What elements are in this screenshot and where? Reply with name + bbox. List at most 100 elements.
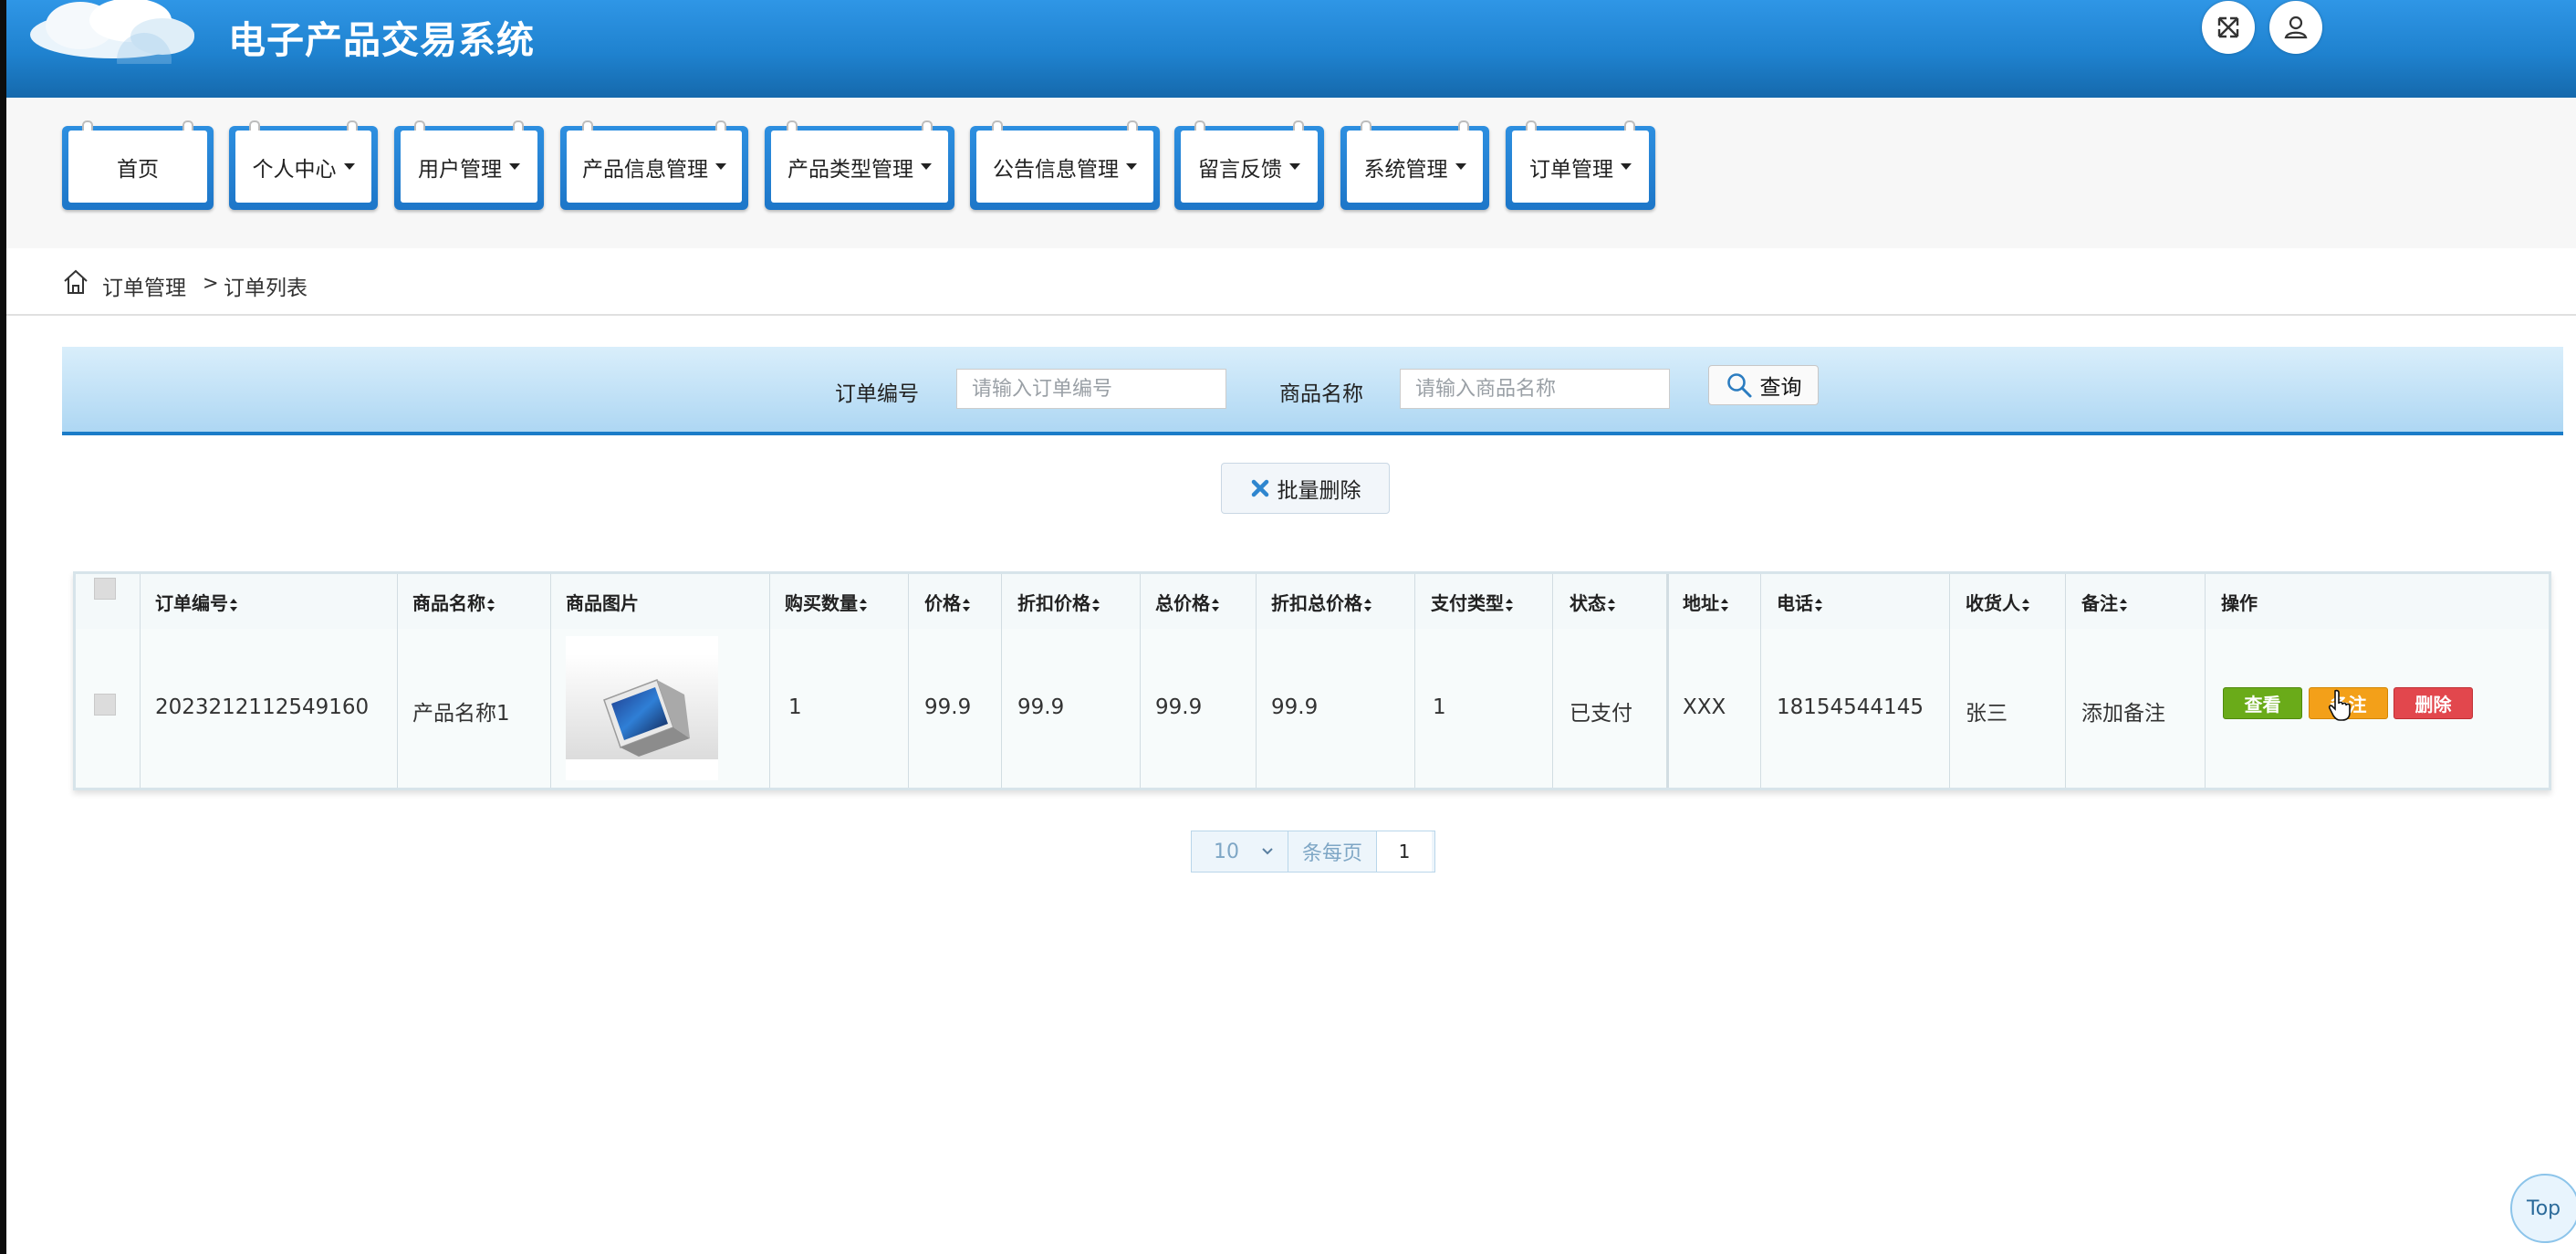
cell-order-no: 2023212112549160 bbox=[155, 695, 370, 719]
hand-cursor-icon bbox=[2328, 689, 2351, 721]
sort-icon bbox=[963, 598, 971, 611]
home-icon[interactable] bbox=[62, 268, 89, 296]
user-profile-button[interactable] bbox=[2269, 1, 2322, 54]
fullscreen-button[interactable] bbox=[2202, 1, 2255, 54]
breadcrumb-separator: > bbox=[203, 272, 219, 294]
nav-item-label: 订单管理 bbox=[1529, 157, 1613, 182]
column-header-product-name[interactable]: 商品名称 bbox=[412, 589, 495, 615]
sort-icon bbox=[1212, 598, 1220, 611]
per-page-label: 条每页 bbox=[1301, 842, 1362, 865]
order-no-input[interactable] bbox=[956, 369, 1226, 409]
cell-discount-price: 99.9 bbox=[1017, 695, 1065, 719]
query-button[interactable]: 查询 bbox=[1708, 365, 1819, 405]
caret-down-icon bbox=[1455, 163, 1466, 170]
nav-item-label: 个人中心 bbox=[252, 157, 337, 182]
product-name-label: 商品名称 bbox=[1279, 382, 1363, 406]
cell-address: XXX bbox=[1683, 695, 1726, 719]
nav-item-feedback[interactable]: 留言反馈 bbox=[1174, 120, 1324, 210]
page-size-value: 10 bbox=[1214, 840, 1239, 863]
sort-icon bbox=[1092, 598, 1100, 611]
app-title: 电子产品交易系统 bbox=[228, 18, 535, 62]
view-button[interactable]: 查看 bbox=[2223, 687, 2302, 719]
user-icon bbox=[2284, 16, 2308, 39]
sort-icon bbox=[1608, 598, 1616, 611]
sort-icon bbox=[487, 598, 495, 611]
nav-item-label: 产品信息管理 bbox=[582, 157, 708, 182]
column-header-quantity[interactable]: 购买数量 bbox=[785, 589, 868, 615]
nav-item-orders[interactable]: 订单管理 bbox=[1506, 120, 1655, 210]
search-icon bbox=[1726, 373, 1751, 398]
column-header-remark[interactable]: 备注 bbox=[2081, 589, 2128, 615]
cell-receiver: 张三 bbox=[1966, 702, 2008, 726]
caret-down-icon bbox=[1289, 163, 1300, 170]
sort-icon bbox=[1721, 598, 1729, 611]
nav-item-label: 留言反馈 bbox=[1198, 157, 1282, 182]
nav-item-label: 产品类型管理 bbox=[787, 157, 913, 182]
expand-icon bbox=[2217, 16, 2239, 38]
sort-icon bbox=[1506, 598, 1514, 611]
nav-item-announcement[interactable]: 公告信息管理 bbox=[970, 120, 1160, 210]
cell-pay-type: 1 bbox=[1433, 695, 1446, 719]
caret-down-icon bbox=[715, 163, 726, 170]
nav-item-label: 公告信息管理 bbox=[993, 157, 1119, 182]
column-header-discount-price[interactable]: 折扣价格 bbox=[1017, 589, 1100, 615]
cell-product-name: 产品名称1 bbox=[412, 702, 510, 726]
cell-phone: 18154544145 bbox=[1777, 695, 1924, 719]
column-header-address[interactable]: 地址 bbox=[1683, 589, 1729, 615]
column-header-receiver[interactable]: 收货人 bbox=[1966, 589, 2030, 615]
caret-down-icon bbox=[921, 163, 932, 170]
breadcrumb-parent[interactable]: 订单管理 bbox=[102, 270, 186, 301]
order-no-label: 订单编号 bbox=[835, 382, 919, 406]
cell-status: 已支付 bbox=[1570, 702, 1632, 726]
product-name-input[interactable] bbox=[1400, 369, 1670, 409]
nav-item-user-management[interactable]: 用户管理 bbox=[394, 120, 544, 210]
caret-down-icon bbox=[1621, 163, 1632, 170]
window-edge bbox=[0, 0, 6, 1254]
sort-icon bbox=[860, 598, 868, 611]
column-header-actions: 操作 bbox=[2221, 592, 2258, 614]
caret-down-icon bbox=[343, 163, 355, 170]
row-checkbox[interactable] bbox=[94, 694, 116, 716]
caret-down-icon bbox=[1126, 163, 1137, 170]
product-image[interactable] bbox=[566, 636, 718, 780]
cell-remark: 添加备注 bbox=[2081, 702, 2165, 726]
nav-item-system[interactable]: 系统管理 bbox=[1340, 120, 1489, 210]
nav-item-home[interactable]: 首页 bbox=[62, 120, 214, 210]
column-header-order-no[interactable]: 订单编号 bbox=[155, 589, 238, 615]
column-header-discount-total[interactable]: 折扣总价格 bbox=[1271, 589, 1372, 615]
cell-total-price: 99.9 bbox=[1155, 695, 1203, 719]
sort-icon bbox=[2022, 598, 2030, 611]
column-header-pay-type[interactable]: 支付类型 bbox=[1431, 589, 1514, 615]
column-header-product-image: 商品图片 bbox=[566, 592, 639, 614]
nav-item-label: 用户管理 bbox=[418, 157, 502, 182]
pagination: 10 条每页 1 bbox=[1191, 831, 1435, 873]
cell-discount-total: 99.9 bbox=[1271, 695, 1319, 719]
breadcrumb bbox=[6, 248, 2576, 316]
close-icon bbox=[1251, 479, 1268, 497]
nav-item-label: 系统管理 bbox=[1363, 157, 1448, 182]
column-header-price[interactable]: 价格 bbox=[924, 589, 971, 615]
batch-delete-button[interactable]: 批量删除 bbox=[1221, 463, 1390, 514]
page-number-button[interactable]: 1 bbox=[1376, 831, 1432, 872]
delete-button[interactable]: 删除 bbox=[2393, 687, 2473, 719]
select-all-checkbox[interactable] bbox=[94, 578, 116, 600]
cell-quantity: 1 bbox=[788, 695, 802, 719]
column-header-total-price[interactable]: 总价格 bbox=[1155, 589, 1220, 615]
nav-item-product-info[interactable]: 产品信息管理 bbox=[560, 120, 748, 210]
nav-item-personal-center[interactable]: 个人中心 bbox=[229, 120, 378, 210]
page-size-select[interactable]: 10 bbox=[1192, 831, 1288, 872]
cell-price: 99.9 bbox=[924, 695, 972, 719]
sort-icon bbox=[1815, 598, 1823, 611]
query-button-label: 查询 bbox=[1759, 376, 1802, 400]
caret-down-icon bbox=[509, 163, 520, 170]
nav-item-product-type[interactable]: 产品类型管理 bbox=[765, 120, 954, 210]
sort-icon bbox=[230, 598, 238, 611]
back-to-top-button[interactable]: Top bbox=[2510, 1174, 2576, 1243]
chevron-down-icon bbox=[1262, 848, 1273, 855]
sort-icon bbox=[1364, 598, 1372, 611]
column-header-status[interactable]: 状态 bbox=[1570, 589, 1616, 615]
batch-delete-label: 批量删除 bbox=[1277, 479, 1361, 503]
sort-icon bbox=[2120, 598, 2128, 611]
column-header-phone[interactable]: 电话 bbox=[1777, 589, 1823, 615]
nav-item-label: 首页 bbox=[117, 157, 159, 182]
